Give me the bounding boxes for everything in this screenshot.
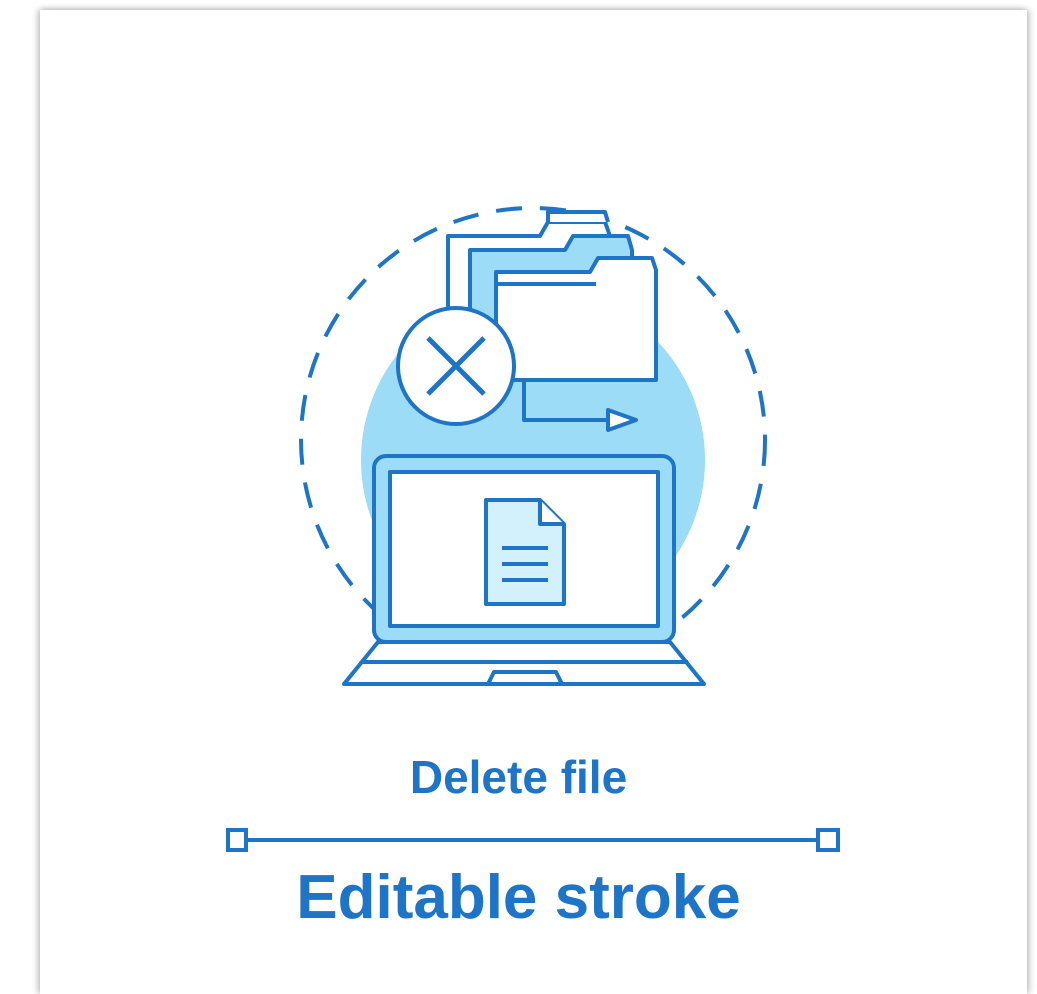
page: Delete file Editable stroke xyxy=(0,0,1037,994)
delete-x-icon xyxy=(396,306,516,426)
document-icon xyxy=(484,498,566,606)
stroke-line-icon xyxy=(226,828,840,852)
title: Delete file xyxy=(409,751,628,803)
subtitle: Editable stroke xyxy=(296,863,741,932)
delete-file-illustration xyxy=(226,206,840,852)
